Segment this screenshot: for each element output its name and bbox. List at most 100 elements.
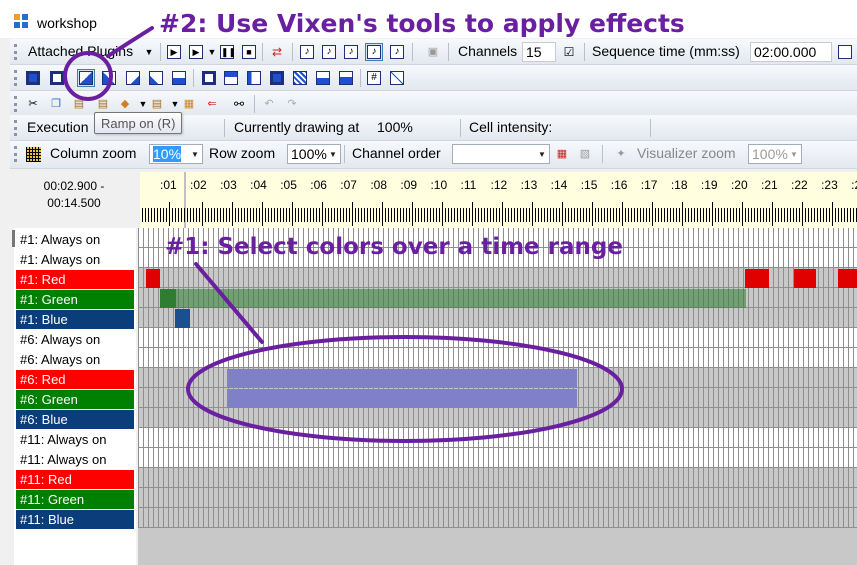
- channel-order-delete-button[interactable]: ▧: [576, 145, 594, 163]
- channel-checklist-button[interactable]: ☑: [560, 43, 578, 61]
- sequence-time-field[interactable]: 02:00.000: [750, 42, 832, 62]
- find-button[interactable]: ⚯: [230, 95, 248, 113]
- row-zoom-select[interactable]: 100% ▼: [287, 144, 341, 164]
- channel-row-label[interactable]: #6: Blue: [16, 410, 134, 429]
- clipboard-button[interactable]: ▤: [148, 95, 166, 113]
- intensity-icon: [202, 71, 216, 85]
- partial-ramp-off-button[interactable]: [147, 69, 165, 87]
- sequence-grid[interactable]: [138, 228, 857, 565]
- toolbar-grip[interactable]: [14, 70, 17, 86]
- currently-drawing-value: 100%: [377, 119, 413, 135]
- audio-3-button[interactable]: ♪: [342, 43, 360, 61]
- channels-field[interactable]: 15: [522, 42, 556, 62]
- channel-row-label[interactable]: #11: Blue: [16, 510, 134, 529]
- bookmark-button[interactable]: ▦: [180, 95, 198, 113]
- partial-ramp-on-button[interactable]: [124, 69, 142, 87]
- ruler-tick: [271, 208, 272, 222]
- ruler-tick: [391, 208, 392, 222]
- toolbar-grip[interactable]: [14, 96, 17, 112]
- ruler-tick: [373, 208, 374, 222]
- column-zoom-label: Column zoom: [50, 145, 137, 161]
- ruler-tick: [487, 208, 488, 222]
- channel-row-label[interactable]: #11: Green: [16, 490, 134, 509]
- save-button[interactable]: ▣: [424, 43, 442, 61]
- green-ramp-cells[interactable]: [176, 289, 746, 308]
- undo-button[interactable]: ↶: [260, 95, 278, 113]
- visualizer-zoom-select[interactable]: 100% ▼: [748, 144, 802, 164]
- toggle-grid-button[interactable]: #: [365, 69, 383, 87]
- toolbar-grip[interactable]: [14, 44, 17, 60]
- toolbar-grip[interactable]: [14, 120, 17, 136]
- channel-row-label[interactable]: #1: Red: [16, 270, 134, 289]
- sparkle-button[interactable]: [291, 69, 309, 87]
- import-button[interactable]: ⇐: [203, 95, 221, 113]
- draw-line-button[interactable]: [388, 69, 406, 87]
- channel-row-label[interactable]: #1: Always on: [16, 230, 134, 249]
- ruler-tick: [571, 208, 572, 222]
- red-cells[interactable]: [146, 269, 160, 288]
- open-file-button[interactable]: [836, 43, 854, 61]
- paint-button[interactable]: ◆: [116, 95, 134, 113]
- channel-row-label[interactable]: #1: Always on: [16, 250, 134, 269]
- intensity-button[interactable]: [200, 69, 218, 87]
- channel-row-label[interactable]: #6: Red: [16, 370, 134, 389]
- column-zoom-select[interactable]: 10% ▼: [149, 144, 203, 164]
- channel-row-label[interactable]: #6: Green: [16, 390, 134, 409]
- execution-label: Execution: [27, 119, 89, 135]
- blue-cells[interactable]: [175, 309, 190, 328]
- toggle-playback-button[interactable]: ⇄: [268, 43, 286, 61]
- ruler-tick: [511, 208, 512, 222]
- paste-special-button[interactable]: ▤: [94, 95, 112, 113]
- paste-button[interactable]: ▤: [70, 95, 88, 113]
- ruler-tick: [286, 208, 287, 222]
- channel-row-label[interactable]: #11: Always on: [16, 450, 134, 469]
- wave-button[interactable]: [337, 69, 355, 87]
- ruler-tick: [778, 208, 779, 222]
- channel-order-select[interactable]: ▼: [452, 144, 550, 164]
- copy-button[interactable]: ❐: [47, 95, 65, 113]
- twinkle-button[interactable]: [314, 69, 332, 87]
- channel-row-label[interactable]: #1: Blue: [16, 310, 134, 329]
- stop-button[interactable]: ■: [240, 43, 258, 61]
- audio-4-button[interactable]: ♪: [365, 43, 383, 61]
- grid-view-button[interactable]: [24, 145, 42, 163]
- ruler-tick: [403, 208, 404, 222]
- selection-block[interactable]: [227, 369, 577, 388]
- fade-button[interactable]: [170, 69, 188, 87]
- red-cells[interactable]: [745, 269, 769, 288]
- channel-row-label[interactable]: #11: Always on: [16, 430, 134, 449]
- selection-block[interactable]: [227, 389, 577, 408]
- ruler-tick: [274, 208, 275, 222]
- toolbar-grip[interactable]: [14, 146, 17, 162]
- mix-button[interactable]: [222, 69, 240, 87]
- ramp-off-button[interactable]: [100, 69, 118, 87]
- ruler-tick: [643, 208, 644, 222]
- ramp-on-button[interactable]: [77, 69, 95, 87]
- channel-row-label[interactable]: #1: Green: [16, 290, 134, 309]
- time-ruler[interactable]: :01:02:03:04:05:06:07:08:09:10:11:12:13:…: [140, 172, 857, 228]
- off-effect-button[interactable]: [48, 69, 66, 87]
- shimmer-button[interactable]: [268, 69, 286, 87]
- plugins-dropdown-icon[interactable]: ▼: [140, 43, 158, 61]
- cut-button[interactable]: ✂: [24, 95, 42, 113]
- channel-row-label[interactable]: #11: Red: [16, 470, 134, 489]
- channel-row-label[interactable]: #6: Always on: [16, 330, 134, 349]
- green-cells[interactable]: [160, 289, 176, 308]
- document-icon: [838, 45, 852, 59]
- audio-5-button[interactable]: ♪: [388, 43, 406, 61]
- visualizer-button[interactable]: ✦: [612, 145, 630, 163]
- red-cells[interactable]: [838, 269, 857, 288]
- channel-order-edit-button[interactable]: ▦: [553, 145, 571, 163]
- red-cells[interactable]: [794, 269, 816, 288]
- channel-row-label[interactable]: #6: Always on: [16, 350, 134, 369]
- stop-icon: ■: [242, 45, 256, 59]
- pause-button[interactable]: ❚❚: [218, 43, 236, 61]
- ruler-tick: [565, 208, 566, 222]
- audio-2-button[interactable]: ♪: [320, 43, 338, 61]
- on-effect-button[interactable]: [24, 69, 42, 87]
- audio-1-button[interactable]: ♪: [298, 43, 316, 61]
- play-button[interactable]: ▶: [165, 43, 183, 61]
- redo-button[interactable]: ↷: [283, 95, 301, 113]
- attached-plugins-button[interactable]: Attached Plugins: [28, 43, 133, 59]
- random-button[interactable]: [245, 69, 263, 87]
